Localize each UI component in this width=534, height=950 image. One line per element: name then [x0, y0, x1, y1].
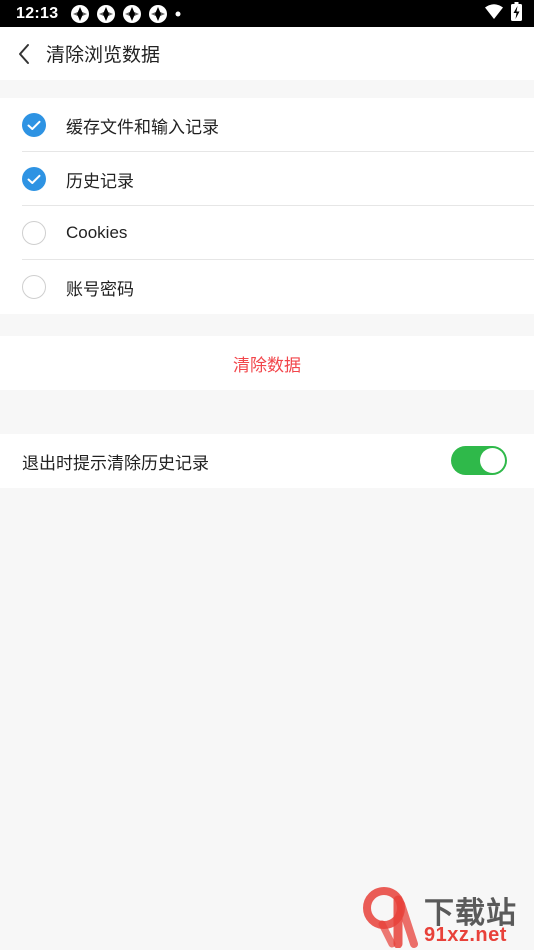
clear-data-button[interactable]: 清除数据: [233, 351, 301, 376]
exit-prompt-label: 退出时提示清除历史记录: [22, 453, 209, 474]
page-title: 清除浏览数据: [46, 44, 161, 66]
option-account-passwords[interactable]: 账号密码: [0, 260, 534, 314]
exit-prompt-setting: 退出时提示清除历史记录: [0, 434, 534, 488]
more-notifications-dot-icon: [174, 4, 182, 24]
battery-charging-icon: [511, 1, 522, 26]
option-label: 缓存文件和输入记录: [66, 117, 219, 138]
notification-app-icon: [96, 4, 116, 24]
watermark-logo-icon: [363, 887, 418, 948]
status-bar: 12:13: [0, 0, 534, 27]
checkbox-checked-icon[interactable]: [22, 167, 46, 191]
watermark-url: 91xz.net: [424, 924, 507, 946]
chevron-left-icon: [19, 43, 29, 64]
notification-app-icon: [70, 4, 90, 24]
option-label: 历史记录: [66, 171, 134, 192]
back-button[interactable]: [2, 27, 46, 80]
option-history[interactable]: 历史记录: [0, 152, 534, 206]
notification-icons: [70, 4, 182, 24]
notification-app-icon: [122, 4, 142, 24]
checkbox-checked-icon[interactable]: [22, 113, 46, 137]
watermark: 下载站 91xz.net: [362, 886, 532, 948]
option-cookies[interactable]: Cookies: [0, 206, 534, 260]
system-status-icons: [485, 1, 522, 26]
checkbox-unchecked-icon[interactable]: [22, 275, 46, 299]
notification-app-icon: [148, 4, 168, 24]
wifi-icon: [485, 3, 503, 24]
checkbox-unchecked-icon[interactable]: [22, 221, 46, 245]
option-label: 账号密码: [66, 279, 134, 300]
status-time: 12:13: [16, 4, 59, 22]
toggle-knob: [480, 448, 505, 473]
option-cache-and-input[interactable]: 缓存文件和输入记录: [0, 98, 534, 152]
app-header: 清除浏览数据: [0, 27, 534, 80]
clear-data-row: 清除数据: [0, 336, 534, 390]
exit-prompt-toggle[interactable]: [451, 446, 507, 475]
clear-options-list: 缓存文件和输入记录 历史记录 Cookies 账号密码: [0, 98, 534, 314]
option-label: Cookies: [66, 223, 128, 242]
